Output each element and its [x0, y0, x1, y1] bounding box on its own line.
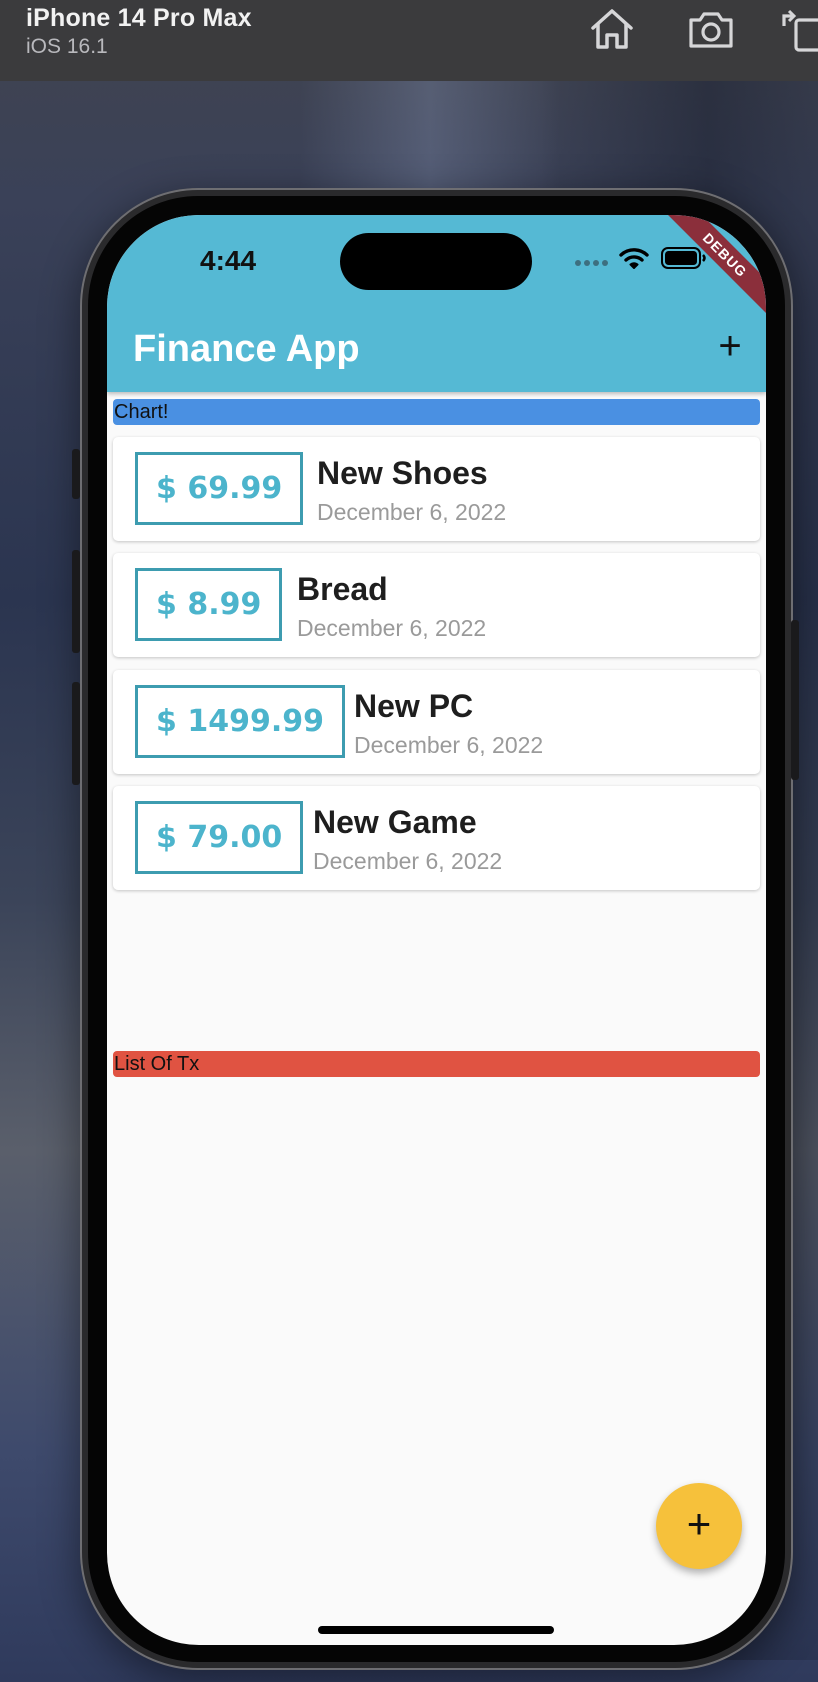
silent-switch	[72, 449, 80, 499]
chart-placeholder: Chart!	[113, 399, 760, 425]
cellular-signal-icon	[575, 260, 608, 266]
simulator-toolbar: iPhone 14 Pro Max iOS 16.1	[0, 0, 818, 81]
transaction-amount: $ 79.00	[135, 801, 304, 874]
transaction-amount: $ 69.99	[135, 452, 304, 525]
camera-icon[interactable]	[686, 6, 736, 52]
transaction-title: New PC	[354, 688, 474, 724]
dynamic-island	[340, 233, 532, 290]
transaction-amount: $ 1499.99	[135, 685, 345, 758]
os-version: iOS 16.1	[26, 35, 108, 58]
rotate-icon[interactable]	[780, 6, 818, 52]
home-indicator[interactable]	[318, 1626, 554, 1634]
battery-icon	[661, 247, 706, 269]
transaction-date: December 6, 2022	[354, 732, 544, 758]
transaction-title: New Shoes	[317, 455, 488, 491]
floating-add-button[interactable]: +	[656, 1483, 742, 1569]
transaction-title: New Game	[313, 804, 477, 840]
volume-down-button	[72, 682, 80, 785]
phone-screen: 4:44 DEBUG Finance App + Chart! $ 69.99 …	[107, 215, 766, 1645]
home-icon[interactable]	[587, 6, 637, 52]
transaction-title: Bread	[297, 571, 388, 607]
transaction-date: December 6, 2022	[313, 848, 503, 874]
device-name: iPhone 14 Pro Max	[26, 4, 252, 32]
transaction-list-placeholder: List Of Tx	[113, 1051, 760, 1077]
transaction-date: December 6, 2022	[297, 615, 487, 641]
app-title: Finance App	[133, 328, 360, 370]
transaction-date: December 6, 2022	[317, 499, 507, 525]
power-button	[791, 620, 799, 780]
transaction-card: $ 79.00 New Game December 6, 2022	[113, 786, 760, 890]
app-bar: 4:44 DEBUG Finance App +	[107, 215, 766, 392]
add-transaction-button[interactable]: +	[713, 326, 747, 366]
status-time: 4:44	[200, 245, 257, 276]
volume-up-button	[72, 550, 80, 653]
transaction-card: $ 8.99 Bread December 6, 2022	[113, 553, 760, 657]
transaction-card: $ 1499.99 New PC December 6, 2022	[113, 670, 760, 774]
wifi-icon	[619, 248, 649, 269]
transaction-card: $ 69.99 New Shoes December 6, 2022	[113, 437, 760, 541]
transaction-amount: $ 8.99	[135, 568, 283, 641]
